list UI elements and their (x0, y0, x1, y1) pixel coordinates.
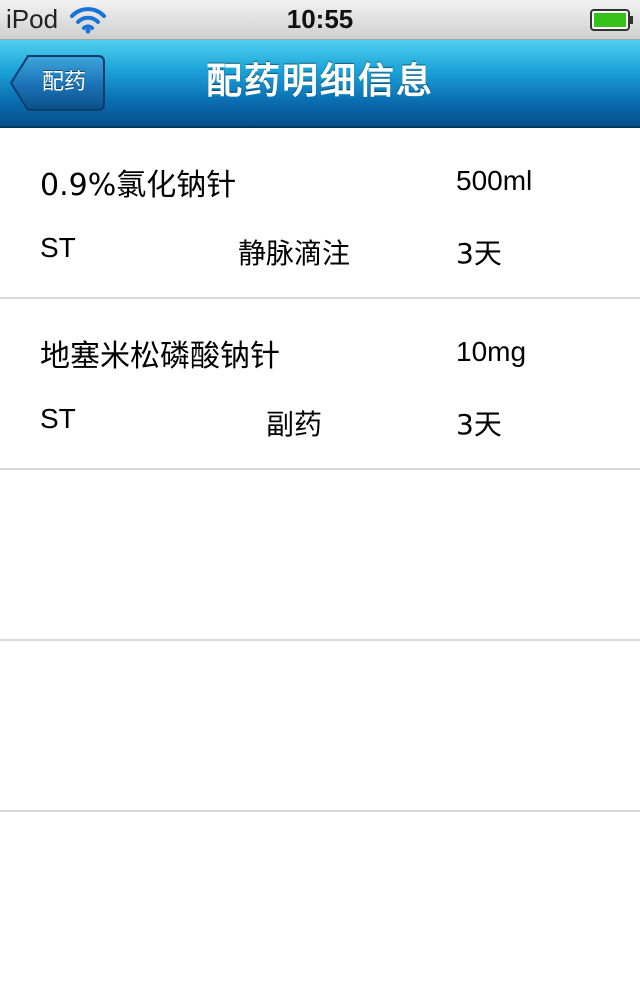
medication-frequency: ST (40, 232, 76, 263)
page-title: 配药明细信息 (205, 61, 434, 102)
list-item (0, 470, 640, 641)
medication-route: 静脉滴注 (237, 237, 350, 270)
medication-route: 副药 (265, 408, 322, 441)
medication-days: 3天 (456, 408, 502, 441)
medication-list: 0.9%氯化钠针 500ml ST 静脉滴注 3天 地塞米松磷酸钠针 10mg … (0, 128, 640, 983)
status-time: 10:55 (286, 4, 354, 34)
medication-dose: 10mg (456, 336, 527, 367)
medication-dose: 500ml (456, 165, 533, 196)
list-item (0, 641, 640, 812)
back-button[interactable]: 配药 (10, 54, 106, 112)
battery-icon (590, 9, 633, 31)
list-item (0, 812, 640, 983)
list-item[interactable]: 0.9%氯化钠针 500ml ST 静脉滴注 3天 (0, 128, 640, 299)
navigation-bar: 配药 配药明细信息 (0, 40, 640, 128)
list-item[interactable]: 地塞米松磷酸钠针 10mg ST 副药 3天 (0, 299, 640, 470)
medication-days: 3天 (456, 237, 502, 270)
status-bar: iPod 10:55 (0, 0, 640, 40)
medication-name: 地塞米松磷酸钠针 (40, 339, 280, 374)
medication-name: 0.9%氯化钠针 (40, 168, 237, 203)
medication-frequency: ST (40, 403, 76, 434)
back-button-label: 配药 (41, 70, 86, 95)
